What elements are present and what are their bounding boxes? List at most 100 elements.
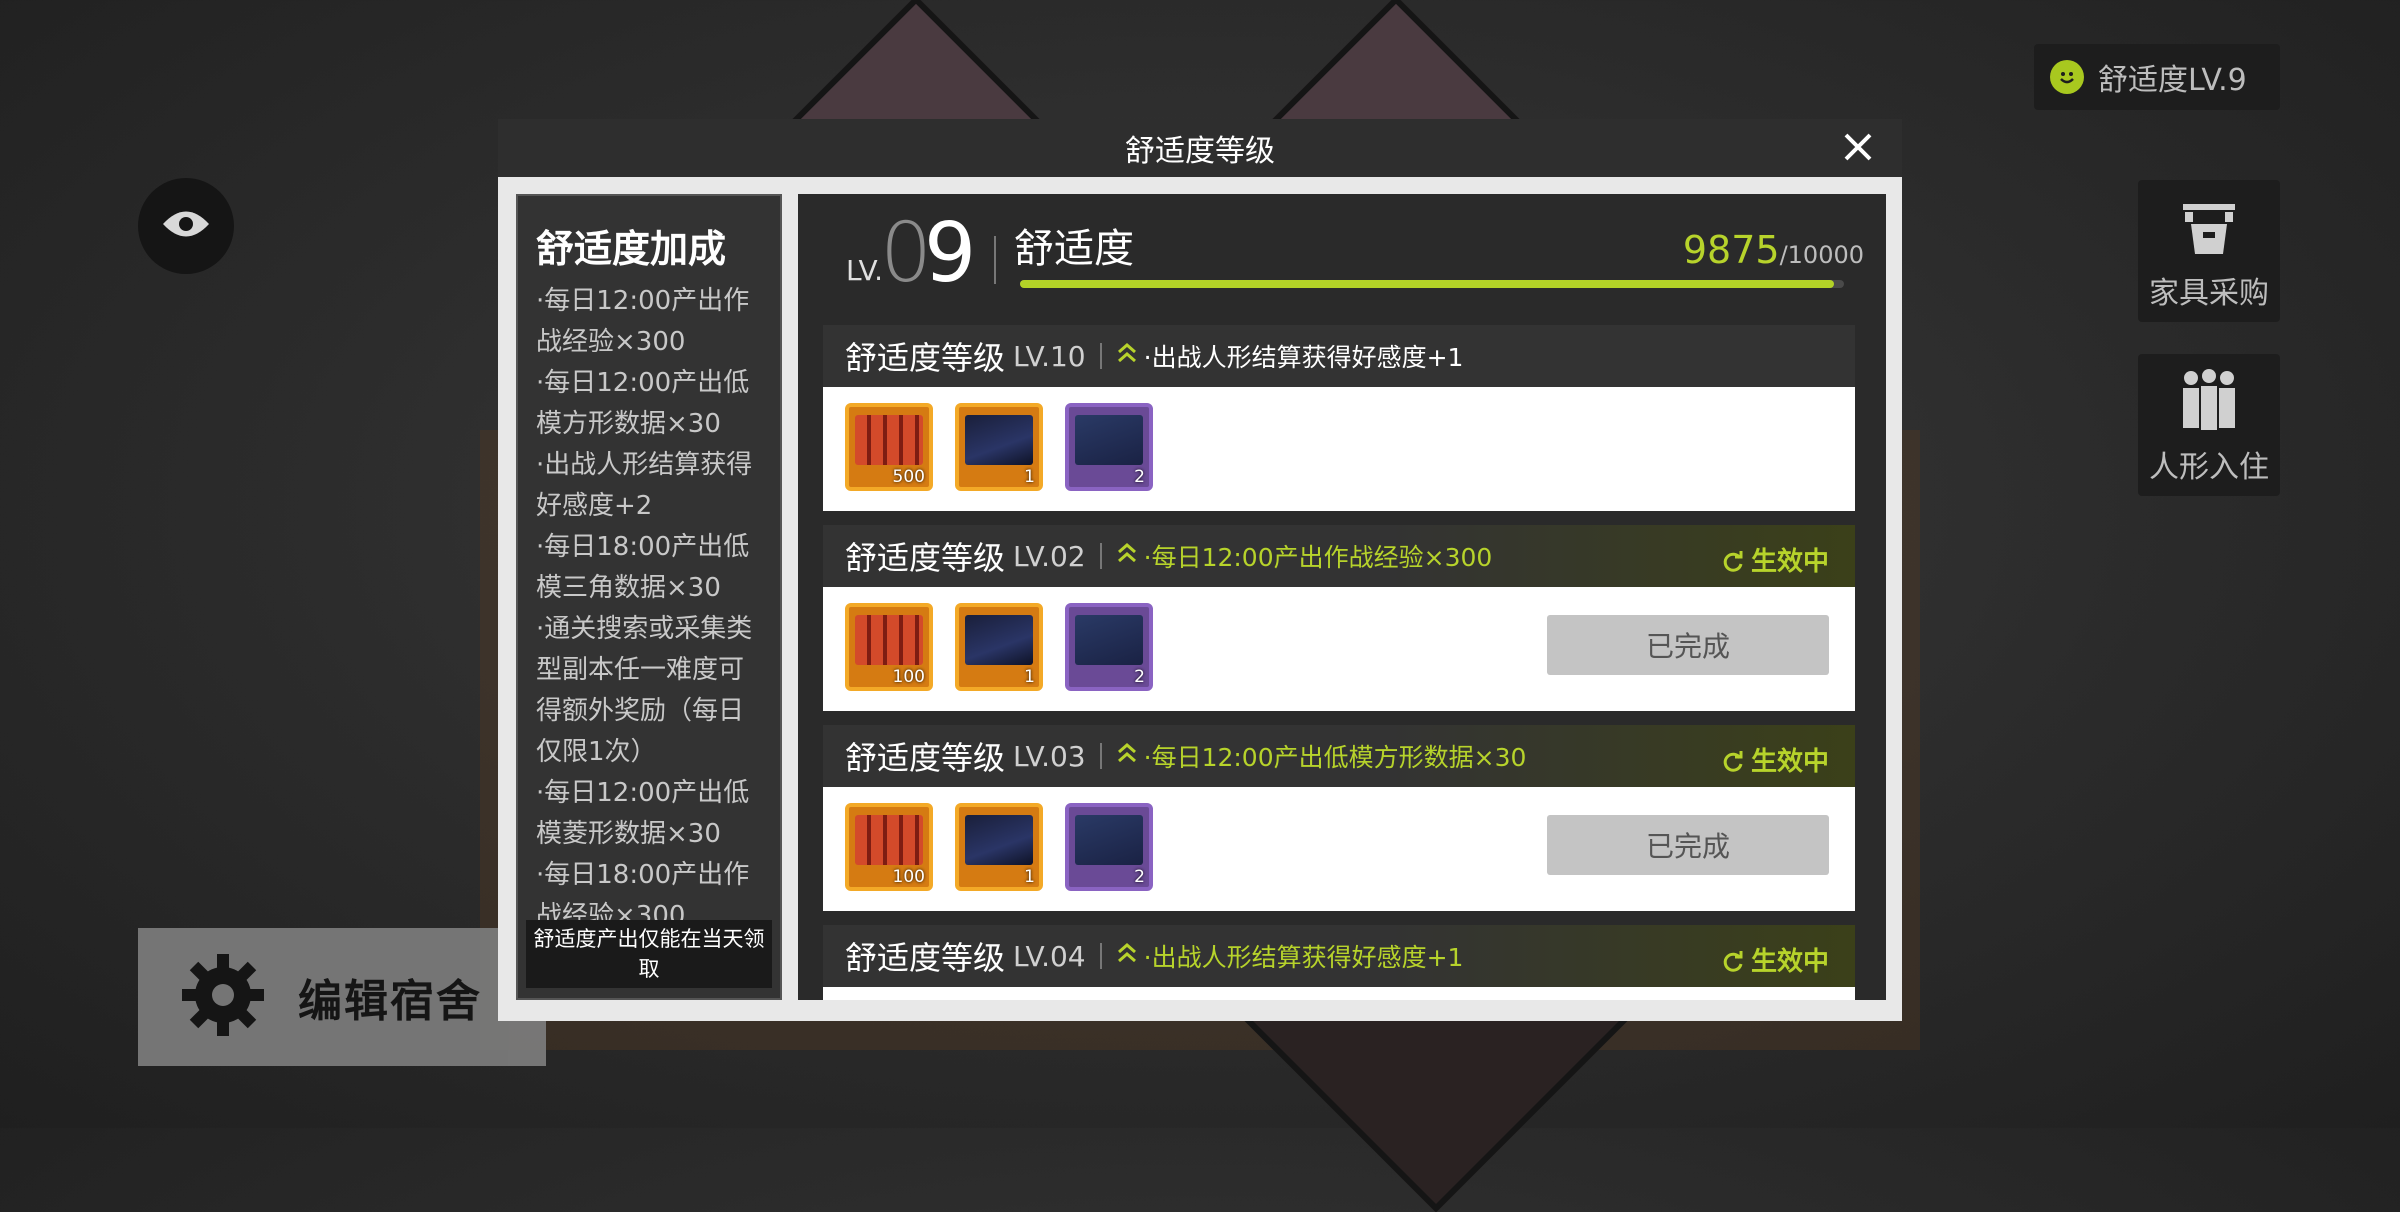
level-card-body: 100 1 2 已完成 <box>823 587 1855 711</box>
levels-panel[interactable]: LV. 0 9 舒适度 9875/10000 舒适度等级 LV.10 ·出战人形… <box>798 194 1886 1000</box>
dialog-title: 舒适度等级 <box>1125 134 1275 169</box>
refresh-icon <box>1723 951 1743 972</box>
level-name: 舒适度等级 <box>845 739 1006 777</box>
level-number: LV.03 <box>1013 739 1086 773</box>
reward-list: 100 1 2 <box>845 803 1153 891</box>
reward-quantity: 2 <box>1134 467 1145 487</box>
comfort-score: 9875/10000 <box>1683 228 1864 272</box>
basic-reward-item[interactable]: 2 <box>1065 803 1153 891</box>
divider <box>994 236 996 284</box>
ticket-reward-item[interactable]: 1 <box>955 803 1043 891</box>
level-status: 生效中 <box>1721 541 1829 578</box>
level-number: LV.02 <box>1013 539 1086 573</box>
reward-list: 100 1 2 <box>845 603 1153 691</box>
ammo-reward-icon <box>855 815 923 865</box>
divider <box>1099 943 1102 969</box>
refresh-icon <box>1723 751 1743 772</box>
reward-quantity: 1 <box>1024 667 1035 687</box>
divider <box>1099 343 1102 369</box>
view-toggle-button[interactable] <box>138 178 234 274</box>
bonus-title: 舒适度加成 <box>536 227 727 271</box>
comfort-name: 舒适度 <box>1014 226 1134 272</box>
level-name: 舒适度等级 <box>845 339 1006 377</box>
level-card: 舒适度等级 LV.04 ·出战人形结算获得好感度+1 生效中 <box>823 925 1855 1000</box>
furniture-purchase-icon <box>2177 198 2241 264</box>
dolls-checkin-label: 人形入住 <box>2149 450 2269 485</box>
edit-dorm-label: 编辑宿舍 <box>298 976 482 1027</box>
basic-reward-item[interactable]: 2 <box>1065 403 1153 491</box>
double-chevron-up-icon <box>1116 942 1138 970</box>
level-card-body <box>823 987 1855 1000</box>
bonus-note: 舒适度产出仅能在当天领取 <box>526 920 772 988</box>
level-card: 舒适度等级 LV.10 ·出战人形结算获得好感度+1 500 1 2 <box>823 325 1855 511</box>
bonus-item: ·每日18:00产出低模三角数据×30 <box>536 532 750 603</box>
reward-quantity: 500 <box>892 467 925 487</box>
basic-reward-icon <box>1075 615 1143 665</box>
level-description: ·出战人形结算获得好感度+1 <box>1143 943 1464 972</box>
level-card-header: 舒适度等级 LV.03 ·每日12:00产出低模方形数据×30 生效中 <box>823 725 1855 787</box>
comfort-level-dialog: 舒适度等级 舒适度加成 ·每日12:00产出作战经验×300 ·每日12:00产… <box>498 119 1902 1021</box>
completed-button[interactable]: 已完成 <box>1547 615 1829 675</box>
edit-dorm-button[interactable]: 编辑宿舍 <box>138 928 546 1066</box>
basic-reward-item[interactable]: 2 <box>1065 603 1153 691</box>
comfort-score-current: 9875 <box>1682 228 1780 272</box>
ammo-reward-icon <box>855 615 923 665</box>
ammo-reward-item[interactable]: 500 <box>845 403 933 491</box>
bonus-item: ·出战人形结算获得好感度+2 <box>536 450 753 521</box>
furniture-purchase-label: 家具采购 <box>2149 276 2269 311</box>
level-prefix: LV. <box>846 254 883 287</box>
basic-reward-icon <box>1075 815 1143 865</box>
ticket-reward-icon <box>965 415 1033 465</box>
level-description: ·每日12:00产出作战经验×300 <box>1143 543 1493 572</box>
level-description: ·每日12:00产出低模方形数据×30 <box>1143 743 1527 772</box>
ammo-reward-icon <box>855 415 923 465</box>
double-chevron-up-icon <box>1116 542 1138 570</box>
reward-quantity: 1 <box>1024 867 1035 887</box>
reward-quantity: 2 <box>1134 667 1145 687</box>
bonus-list: ·每日12:00产出作战经验×300 ·每日12:00产出低模方形数据×30 ·… <box>518 281 780 937</box>
ammo-reward-item[interactable]: 100 <box>845 803 933 891</box>
level-status: 生效中 <box>1721 941 1829 978</box>
completed-button[interactable]: 已完成 <box>1547 815 1829 875</box>
reward-quantity: 100 <box>892 867 925 887</box>
comfort-level-badge[interactable]: 舒适度LV.9 <box>2034 44 2280 110</box>
ammo-reward-item[interactable]: 100 <box>845 603 933 691</box>
reward-list: 500 1 2 <box>845 403 1153 491</box>
level-card-body: 500 1 2 <box>823 387 1855 511</box>
level-card-body: 100 1 2 已完成 <box>823 787 1855 911</box>
level-name: 舒适度等级 <box>845 939 1006 977</box>
divider <box>1099 743 1102 769</box>
dolls-checkin-button[interactable]: 人形入住 <box>2138 354 2280 496</box>
bonus-item: ·每日12:00产出低模菱形数据×30 <box>536 778 750 849</box>
bonus-panel: 舒适度加成 ·每日12:00产出作战经验×300 ·每日12:00产出低模方形数… <box>516 194 782 1000</box>
level-status-text: 生效中 <box>1750 947 1829 977</box>
reward-quantity: 2 <box>1134 867 1145 887</box>
level-card: 舒适度等级 LV.03 ·每日12:00产出低模方形数据×30 生效中 100 1… <box>823 725 1855 911</box>
level-status-text: 生效中 <box>1750 747 1829 777</box>
close-icon[interactable] <box>1840 129 1876 165</box>
level-name: 舒适度等级 <box>845 539 1006 577</box>
furniture-purchase-button[interactable]: 家具采购 <box>2138 180 2280 322</box>
level-number: LV.04 <box>1013 939 1086 973</box>
level-card-header: 舒适度等级 LV.04 ·出战人形结算获得好感度+1 生效中 <box>823 925 1855 987</box>
ticket-reward-icon <box>965 615 1033 665</box>
dialog-header: 舒适度等级 <box>498 119 1902 177</box>
ticket-reward-icon <box>965 815 1033 865</box>
reward-quantity: 1 <box>1024 467 1035 487</box>
basic-reward-icon <box>1075 415 1143 465</box>
level-digit-ones: 9 <box>924 206 977 301</box>
smile-icon <box>2050 60 2084 94</box>
level-status-text: 生效中 <box>1750 547 1829 577</box>
eye-icon <box>161 207 211 245</box>
ticket-reward-item[interactable]: 1 <box>955 603 1043 691</box>
level-card-header: 舒适度等级 LV.10 ·出战人形结算获得好感度+1 <box>823 325 1855 387</box>
ticket-reward-item[interactable]: 1 <box>955 403 1043 491</box>
level-status: 生效中 <box>1721 741 1829 778</box>
gear-icon <box>178 950 268 1044</box>
bonus-item: ·每日12:00产出低模方形数据×30 <box>536 368 750 439</box>
comfort-progress-fill <box>1020 280 1834 288</box>
bonus-item: ·每日12:00产出作战经验×300 <box>536 286 750 357</box>
level-card-header: 舒适度等级 LV.02 ·每日12:00产出作战经验×300 生效中 <box>823 525 1855 587</box>
reward-quantity: 100 <box>892 667 925 687</box>
comfort-level-label: 舒适度LV.9 <box>2098 63 2247 98</box>
